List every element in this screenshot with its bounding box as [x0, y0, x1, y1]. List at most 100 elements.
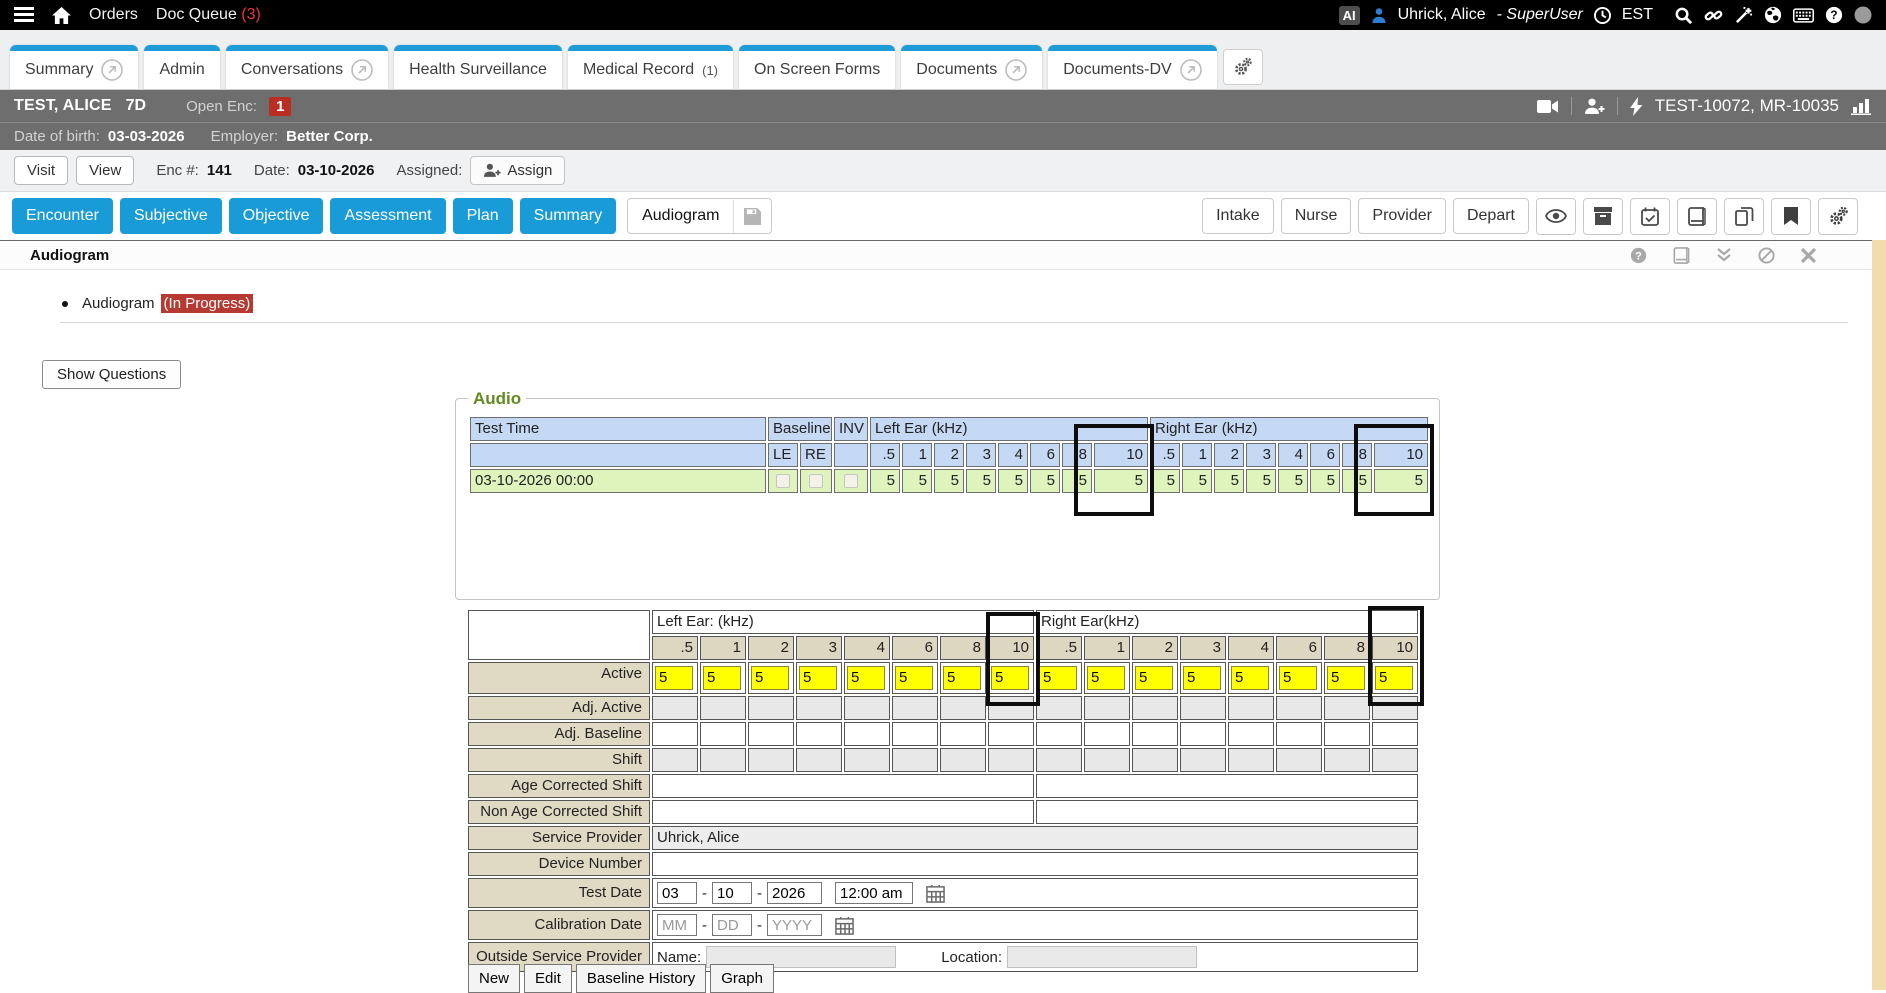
test-time-cell[interactable]: 03-10-2026 00:00 — [470, 469, 766, 493]
test-date-year-input[interactable] — [767, 882, 822, 904]
stage-provider-button[interactable]: Provider — [1358, 198, 1446, 234]
close-icon[interactable] — [1801, 248, 1816, 263]
active-threshold-input[interactable]: 5 — [847, 666, 885, 690]
active-threshold-input[interactable]: 5 — [1327, 666, 1365, 690]
home-icon[interactable] — [52, 7, 71, 24]
device-number-input[interactable] — [652, 852, 1418, 876]
active-threshold-input[interactable]: 5 — [1183, 666, 1221, 690]
adj-baseline-cell[interactable] — [700, 722, 746, 746]
link-icon[interactable] — [1704, 6, 1723, 25]
view-button[interactable]: View — [76, 156, 134, 185]
active-threshold-input[interactable]: 5 — [703, 666, 741, 690]
keyboard-icon[interactable] — [1793, 8, 1814, 23]
section-objective-button[interactable]: Objective — [229, 198, 324, 234]
tab-on-screen-forms[interactable]: On Screen Forms — [739, 45, 895, 89]
adj-baseline-cell[interactable] — [940, 722, 986, 746]
tab-documents[interactable]: Documents — [901, 45, 1042, 89]
schedule-button[interactable] — [1630, 198, 1670, 235]
section-book-icon[interactable] — [1673, 247, 1690, 264]
active-document-tab[interactable]: Audiogram — [627, 198, 772, 234]
chart-book-button[interactable] — [1677, 198, 1717, 235]
active-threshold-input[interactable]: 5 — [943, 666, 981, 690]
tab-conversations[interactable]: Conversations — [226, 45, 388, 89]
adj-baseline-cell[interactable] — [748, 722, 794, 746]
save-icon[interactable] — [733, 200, 771, 233]
ai-badge[interactable]: AI — [1339, 6, 1360, 25]
graph-button[interactable]: Graph — [710, 964, 774, 993]
stage-depart-button[interactable]: Depart — [1453, 198, 1529, 234]
tab-admin[interactable]: Admin — [144, 45, 219, 89]
scrollbar-track[interactable] — [1872, 240, 1886, 990]
wand-icon[interactable] — [1734, 6, 1753, 25]
baseline-history-button[interactable]: Baseline History — [576, 964, 706, 993]
user-name[interactable]: Uhrick, Alice — [1398, 6, 1486, 24]
add-person-icon[interactable] — [1584, 98, 1605, 115]
section-plan-button[interactable]: Plan — [453, 198, 513, 234]
preview-eye-button[interactable] — [1536, 198, 1576, 235]
clock-icon[interactable] — [1594, 7, 1611, 24]
active-threshold-input[interactable]: 5 — [655, 666, 693, 690]
section-encounter-button[interactable]: Encounter — [12, 198, 113, 234]
adj-baseline-cell[interactable] — [844, 722, 890, 746]
calendar-icon[interactable] — [835, 916, 854, 935]
calibration-year-input[interactable] — [767, 914, 822, 936]
search-icon[interactable] — [1674, 6, 1693, 25]
nav-doc-queue[interactable]: Doc Queue (3) — [156, 6, 261, 24]
section-subjective-button[interactable]: Subjective — [120, 198, 222, 234]
edit-button[interactable]: Edit — [524, 964, 572, 993]
adj-baseline-cell[interactable] — [1228, 722, 1274, 746]
calibration-month-input[interactable] — [657, 914, 697, 936]
adj-baseline-cell[interactable] — [1084, 722, 1130, 746]
adj-baseline-cell[interactable] — [1372, 722, 1418, 746]
section-help-icon[interactable]: ? — [1630, 247, 1647, 264]
baseline-le-checkbox[interactable] — [776, 474, 790, 488]
active-threshold-input[interactable]: 5 — [895, 666, 933, 690]
assign-button[interactable]: Assign — [470, 156, 565, 185]
test-date-day-input[interactable] — [712, 882, 752, 904]
audiogram-result-row[interactable]: 03-10-2026 00:00 55555555 55555555 — [470, 469, 1430, 493]
tab-health-surveillance[interactable]: Health Surveillance — [394, 45, 562, 89]
calibration-day-input[interactable] — [712, 914, 752, 936]
video-camera-icon[interactable] — [1537, 99, 1559, 114]
adj-baseline-cell[interactable] — [1132, 722, 1178, 746]
test-date-month-input[interactable] — [657, 882, 697, 904]
hamburger-menu-icon[interactable] — [14, 7, 34, 23]
adj-baseline-cell[interactable] — [1276, 722, 1322, 746]
adj-baseline-cell[interactable] — [1180, 722, 1226, 746]
section-assessment-button[interactable]: Assessment — [330, 198, 445, 234]
adj-baseline-cell[interactable] — [796, 722, 842, 746]
adj-baseline-cell[interactable] — [652, 722, 698, 746]
tab-documents-dv[interactable]: Documents-DV — [1048, 45, 1216, 89]
archive-button[interactable] — [1583, 198, 1623, 235]
active-threshold-input[interactable]: 5 — [1087, 666, 1125, 690]
stage-nurse-button[interactable]: Nurse — [1281, 198, 1352, 234]
tab-settings-gear[interactable] — [1223, 49, 1263, 85]
active-threshold-input[interactable]: 5 — [751, 666, 789, 690]
active-threshold-input[interactable]: 5 — [1135, 666, 1173, 690]
calendar-icon[interactable] — [926, 884, 945, 903]
help-icon[interactable]: ? — [1825, 6, 1843, 24]
active-threshold-input[interactable]: 5 — [1231, 666, 1269, 690]
open-enc-badge[interactable]: 1 — [269, 97, 291, 116]
tab-medical-record[interactable]: Medical Record (1) — [568, 45, 733, 89]
adj-baseline-cell[interactable] — [1036, 722, 1082, 746]
copy-button[interactable] — [1724, 198, 1764, 235]
stage-intake-button[interactable]: Intake — [1202, 198, 1274, 234]
active-threshold-input[interactable]: 5 — [1039, 666, 1077, 690]
bookmark-button[interactable] — [1771, 198, 1811, 235]
section-summary-button[interactable]: Summary — [520, 198, 616, 234]
audiogram-list-item[interactable]: Audiogram (In Progress) — [62, 294, 253, 313]
visit-button[interactable]: Visit — [14, 156, 68, 185]
globe-icon[interactable] — [1764, 6, 1782, 24]
test-time-input[interactable] — [835, 882, 913, 904]
active-threshold-input[interactable]: 5 — [799, 666, 837, 690]
disable-icon[interactable] — [1758, 247, 1775, 264]
adj-baseline-cell[interactable] — [988, 722, 1034, 746]
inv-checkbox[interactable] — [844, 474, 858, 488]
adj-baseline-cell[interactable] — [892, 722, 938, 746]
nav-orders[interactable]: Orders — [89, 6, 138, 24]
show-questions-button[interactable]: Show Questions — [42, 360, 181, 389]
new-button[interactable]: New — [468, 964, 520, 993]
tab-summary[interactable]: Summary — [10, 45, 138, 89]
lightning-icon[interactable] — [1630, 97, 1643, 116]
